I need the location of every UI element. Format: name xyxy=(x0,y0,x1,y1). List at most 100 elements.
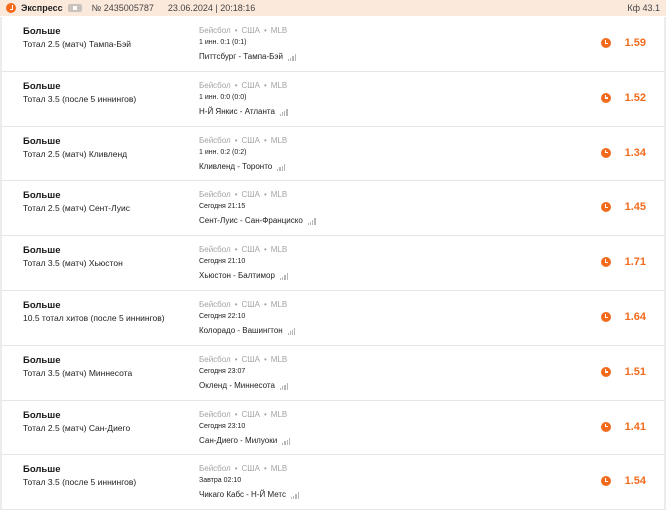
event-category: Бейсбол • США • MLB xyxy=(199,300,287,309)
event-row[interactable]: Больше Тотал 3.5 (после 5 иннингов) Бейсбо… xyxy=(0,455,666,510)
clock-icon xyxy=(601,366,611,377)
separator-dot: • xyxy=(234,135,238,145)
event-league: MLB xyxy=(270,299,288,309)
event-category: Бейсбол • США • MLB xyxy=(199,410,287,419)
event-sport: Бейсбол xyxy=(199,299,231,309)
event-status: Сегодня 21:15 xyxy=(199,203,246,211)
event-sport: Бейсбол xyxy=(199,245,231,255)
event-outcome: Больше xyxy=(23,80,61,92)
event-row[interactable]: Больше Тотал 2.5 (матч) Сан-Диего Бейсбол •… xyxy=(0,400,666,456)
event-category: Бейсбол • США • MLB xyxy=(199,26,287,35)
event-league: MLB xyxy=(270,135,288,145)
event-row[interactable]: Больше Тотал 3.5 (после 5 иннингов) Бейсбо… xyxy=(0,71,666,127)
event-outcome: Больше xyxy=(23,409,61,421)
event-outcome: Больше xyxy=(23,190,61,202)
event-teams: Колорадо - Вашингтон xyxy=(199,325,283,335)
event-country: США xyxy=(241,190,260,200)
event-status: Сегодня 22:10 xyxy=(199,312,246,320)
event-match: Чикаго Кабс - Н-Й Метс xyxy=(199,490,300,500)
event-category: Бейсбол • США • MLB xyxy=(199,81,287,90)
event-odd: 1.64 xyxy=(624,310,646,323)
event-market: Тотал 2.5 (матч) Тампа-Бэй xyxy=(23,39,132,49)
clock-icon xyxy=(601,476,611,487)
separator-dot: • xyxy=(234,80,238,90)
separator-dot: • xyxy=(263,464,267,474)
event-row[interactable]: Больше Тотал 2.5 (матч) Кливленд Бейсбол • С… xyxy=(0,126,666,182)
separator-dot: • xyxy=(263,354,267,364)
event-match: Кливленд - Торонто xyxy=(199,162,286,171)
event-odd: 1.52 xyxy=(624,91,646,104)
separator-dot: • xyxy=(263,245,267,255)
event-country: США xyxy=(241,135,260,145)
event-odd: 1.54 xyxy=(624,475,646,488)
event-teams: Н-Й Янкис - Атланта xyxy=(199,106,275,116)
event-sport: Бейсбол xyxy=(199,464,231,474)
event-outcome: Больше xyxy=(23,299,61,311)
event-status: Сегодня 21:10 xyxy=(199,258,246,266)
event-market: Тотал 2.5 (матч) Сан-Диего xyxy=(23,422,131,433)
event-market: Тотал 3.5 (после 5 иннингов) xyxy=(23,477,137,488)
event-league: MLB xyxy=(270,190,288,200)
stats-icon[interactable] xyxy=(287,54,297,61)
stats-icon[interactable] xyxy=(279,382,289,390)
event-list: Больше Тотал 2.5 (матч) Тампа-Бэй Бейсбол •… xyxy=(0,17,666,510)
bet-header: Экспресс № 2435005787 23.06.2024 | 20:18… xyxy=(0,0,666,16)
separator-dot: • xyxy=(263,409,267,419)
event-country: США xyxy=(241,80,260,90)
separator-dot: • xyxy=(234,464,238,474)
event-league: MLB xyxy=(270,80,288,90)
event-teams: Хьюстон - Балтимор xyxy=(199,271,275,281)
separator-dot: • xyxy=(234,409,238,419)
event-row[interactable]: Больше Тотал 3.5 (матч) Хьюстон Бейсбол • СШ… xyxy=(0,236,666,291)
event-market: Тотал 2.5 (матч) Сент-Луис xyxy=(23,203,131,214)
event-category: Бейсбол • США • MLB xyxy=(199,136,287,145)
event-category: Бейсбол • США • MLB xyxy=(199,464,287,473)
stats-icon[interactable] xyxy=(277,163,286,171)
event-row[interactable]: Больше Тотал 2.5 (матч) Тампа-Бэй Бейсбол •… xyxy=(0,17,666,72)
separator-dot: • xyxy=(263,299,267,309)
separator-dot: • xyxy=(263,190,267,200)
clock-icon xyxy=(601,202,611,213)
stats-icon[interactable] xyxy=(290,492,300,500)
event-market: Тотал 3.5 (после 5 иннингов) xyxy=(23,93,137,104)
event-match: Хьюстон - Балтимор xyxy=(199,271,289,281)
clock-icon xyxy=(601,421,611,432)
clock-icon xyxy=(601,92,611,103)
stats-icon[interactable] xyxy=(279,108,289,116)
event-outcome: Больше xyxy=(23,354,61,366)
stats-icon[interactable] xyxy=(282,437,291,445)
event-market: Тотал 3.5 (матч) Миннесота xyxy=(23,367,133,378)
event-outcome: Больше xyxy=(23,26,61,37)
event-sport: Бейсбол xyxy=(199,354,231,364)
event-odd: 1.41 xyxy=(624,420,646,433)
separator-dot: • xyxy=(234,190,238,200)
event-league: MLB xyxy=(270,354,288,364)
event-league: MLB xyxy=(270,464,288,474)
clock-icon xyxy=(601,147,611,158)
event-row[interactable]: Больше Тотал 3.5 (матч) Миннесота Бейсбол •… xyxy=(0,345,666,401)
event-sport: Бейсбол xyxy=(199,80,231,90)
event-outcome: Больше xyxy=(23,245,61,257)
stats-icon[interactable] xyxy=(279,273,289,281)
event-category: Бейсбол • США • MLB xyxy=(199,190,287,199)
event-odd: 1.59 xyxy=(624,37,646,49)
event-teams: Сан-Диего - Милуоки xyxy=(199,435,278,445)
separator-dot: • xyxy=(263,135,267,145)
event-country: США xyxy=(241,409,260,419)
event-status: 1 инн. 0:1 (0:1) xyxy=(199,39,247,46)
event-category: Бейсбол • США • MLB xyxy=(199,245,287,254)
bet-datetime: 23.06.2024 | 20:18:16 xyxy=(167,3,256,13)
separator-dot: • xyxy=(234,26,238,35)
event-match: Н-Й Янкис - Атланта xyxy=(199,107,289,116)
event-row[interactable]: Больше Тотал 2.5 (матч) Сент-Луис Бейсбол •… xyxy=(0,181,666,237)
event-outcome: Больше xyxy=(23,464,61,476)
event-league: MLB xyxy=(270,409,288,419)
stats-icon[interactable] xyxy=(287,327,297,335)
event-market: Тотал 3.5 (матч) Хьюстон xyxy=(23,258,123,269)
stats-icon[interactable] xyxy=(307,218,317,226)
event-teams: Кливленд - Торонто xyxy=(199,161,273,171)
event-league: MLB xyxy=(270,26,288,35)
event-row[interactable]: Больше 10.5 тотал хитов (после 5 иннингов… xyxy=(0,290,666,346)
event-status: 1 инн. 0:2 (0:2) xyxy=(199,148,247,156)
event-country: США xyxy=(241,26,260,35)
